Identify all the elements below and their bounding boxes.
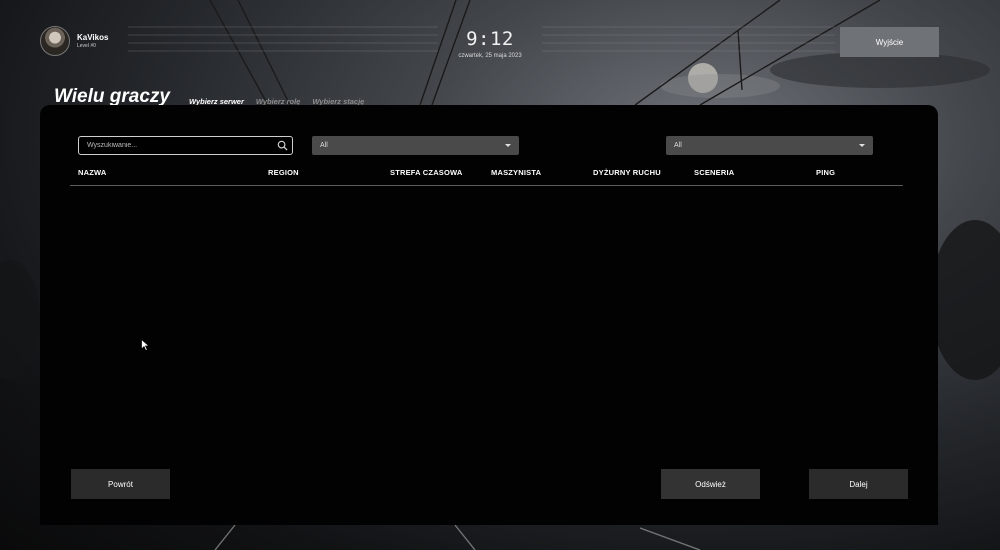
timezone-filter-value: All bbox=[674, 142, 682, 149]
search-icon[interactable] bbox=[272, 137, 292, 154]
chevron-down-icon bbox=[859, 144, 865, 147]
power-lines bbox=[209, 0, 881, 106]
back-button[interactable]: Powrót bbox=[71, 469, 170, 499]
region-filter-value: All bbox=[320, 142, 328, 149]
user-level: Level #0 bbox=[77, 43, 96, 49]
chevron-down-icon bbox=[505, 144, 511, 147]
rails bbox=[214, 524, 701, 550]
column-header-timezone[interactable]: STREFA CZASOWA bbox=[390, 168, 463, 177]
column-header-name[interactable]: NAZWA bbox=[78, 168, 107, 177]
next-button[interactable]: Dalej bbox=[809, 469, 908, 499]
region-filter-select[interactable]: All bbox=[312, 136, 519, 155]
refresh-button[interactable]: Odśwież bbox=[661, 469, 760, 499]
user-name: KaVikos bbox=[77, 33, 109, 42]
search-input[interactable] bbox=[79, 142, 272, 149]
search-box[interactable] bbox=[78, 136, 293, 155]
table-header-divider bbox=[70, 185, 903, 186]
clock-time: 9:12 bbox=[466, 28, 514, 50]
server-list-panel bbox=[40, 105, 938, 525]
column-header-region[interactable]: REGION bbox=[268, 168, 299, 177]
clock-date: czwartek, 25 maja 2023 bbox=[458, 53, 522, 59]
column-header-dispatcher[interactable]: DYŻURNY RUCHU bbox=[593, 168, 661, 177]
column-header-scenery[interactable]: SCENERIA bbox=[694, 168, 734, 177]
column-header-driver[interactable]: MASZYNISTA bbox=[491, 168, 541, 177]
column-header-ping[interactable]: PING bbox=[816, 168, 835, 177]
clock: 9:12 czwartek, 25 maja 2023 bbox=[440, 28, 540, 59]
user-profile: KaVikos Level #0 bbox=[40, 26, 108, 56]
exit-button[interactable]: Wyjście bbox=[840, 27, 939, 57]
moon bbox=[688, 63, 718, 93]
mouse-cursor-icon bbox=[141, 339, 150, 351]
timezone-filter-select[interactable]: All bbox=[666, 136, 873, 155]
avatar bbox=[40, 26, 70, 56]
